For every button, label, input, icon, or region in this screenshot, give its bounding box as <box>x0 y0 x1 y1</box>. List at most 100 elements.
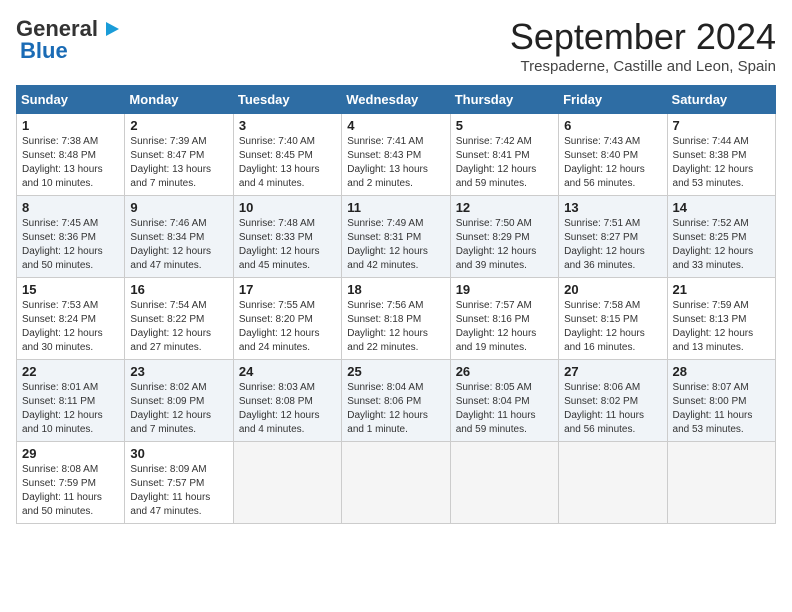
calendar-cell: 17 Sunrise: 7:55 AMSunset: 8:20 PMDayligh… <box>233 278 341 360</box>
calendar-week-row: 22 Sunrise: 8:01 AMSunset: 8:11 PMDayligh… <box>17 360 776 442</box>
day-number: 26 <box>456 364 553 379</box>
day-number: 30 <box>130 446 227 461</box>
calendar-cell: 13 Sunrise: 7:51 AMSunset: 8:27 PMDayligh… <box>559 196 667 278</box>
day-number: 11 <box>347 200 444 215</box>
calendar-cell: 2 Sunrise: 7:39 AMSunset: 8:47 PMDaylight… <box>125 114 233 196</box>
day-info: Sunrise: 7:59 AMSunset: 8:13 PMDaylight:… <box>673 299 770 355</box>
calendar-table: SundayMondayTuesdayWednesdayThursdayFrid… <box>16 85 776 524</box>
day-number: 10 <box>239 200 336 215</box>
day-info: Sunrise: 7:48 AMSunset: 8:33 PMDaylight:… <box>239 217 336 273</box>
day-number: 5 <box>456 118 553 133</box>
day-info: Sunrise: 8:02 AMSunset: 8:09 PMDaylight:… <box>130 381 227 437</box>
calendar-week-row: 8 Sunrise: 7:45 AMSunset: 8:36 PMDaylight… <box>17 196 776 278</box>
calendar-cell: 20Sunrise: 7:58 AMSunset: 8:15 PMDayligh… <box>559 278 667 360</box>
column-header-monday: Monday <box>125 86 233 114</box>
day-info: Sunrise: 7:38 AMSunset: 8:48 PMDaylight:… <box>22 135 119 191</box>
day-info: Sunrise: 7:52 AMSunset: 8:25 PMDaylight:… <box>673 217 770 273</box>
calendar-cell: 19Sunrise: 7:57 AMSunset: 8:16 PMDayligh… <box>450 278 558 360</box>
calendar-cell: 25Sunrise: 8:04 AMSunset: 8:06 PMDayligh… <box>342 360 450 442</box>
day-info: Sunrise: 7:50 AMSunset: 8:29 PMDaylight:… <box>456 217 553 273</box>
day-info: Sunrise: 7:41 AMSunset: 8:43 PMDaylight:… <box>347 135 444 191</box>
calendar-cell: 30 Sunrise: 8:09 AMSunset: 7:57 PMDayligh… <box>125 442 233 524</box>
day-number: 16 <box>130 282 227 297</box>
calendar-cell: 7Sunrise: 7:44 AMSunset: 8:38 PMDaylight… <box>667 114 775 196</box>
column-header-friday: Friday <box>559 86 667 114</box>
calendar-cell: 6Sunrise: 7:43 AMSunset: 8:40 PMDaylight… <box>559 114 667 196</box>
calendar-cell: 18 Sunrise: 7:56 AMSunset: 8:18 PMDayligh… <box>342 278 450 360</box>
calendar-cell: 14 Sunrise: 7:52 AMSunset: 8:25 PMDayligh… <box>667 196 775 278</box>
day-number: 27 <box>564 364 661 379</box>
day-number: 19 <box>456 282 553 297</box>
day-number: 15 <box>22 282 119 297</box>
day-info: Sunrise: 7:49 AMSunset: 8:31 PMDaylight:… <box>347 217 444 273</box>
day-number: 13 <box>564 200 661 215</box>
day-number: 21 <box>673 282 770 297</box>
column-header-wednesday: Wednesday <box>342 86 450 114</box>
calendar-cell: 10 Sunrise: 7:48 AMSunset: 8:33 PMDayligh… <box>233 196 341 278</box>
calendar-cell <box>559 442 667 524</box>
calendar-cell: 26 Sunrise: 8:05 AMSunset: 8:04 PMDayligh… <box>450 360 558 442</box>
day-number: 28 <box>673 364 770 379</box>
calendar-cell <box>450 442 558 524</box>
logo: General Blue <box>16 16 121 64</box>
calendar-cell: 9Sunrise: 7:46 AMSunset: 8:34 PMDaylight… <box>125 196 233 278</box>
day-number: 1 <box>22 118 119 133</box>
day-info: Sunrise: 8:08 AMSunset: 7:59 PMDaylight:… <box>22 463 119 519</box>
day-info: Sunrise: 7:44 AMSunset: 8:38 PMDaylight:… <box>673 135 770 191</box>
day-number: 20 <box>564 282 661 297</box>
calendar-cell: 29Sunrise: 8:08 AMSunset: 7:59 PMDayligh… <box>17 442 125 524</box>
logo-triangle-icon <box>101 18 121 40</box>
calendar-cell: 1 Sunrise: 7:38 AMSunset: 8:48 PMDaylight… <box>17 114 125 196</box>
calendar-cell: 3Sunrise: 7:40 AMSunset: 8:45 PMDaylight… <box>233 114 341 196</box>
day-number: 22 <box>22 364 119 379</box>
calendar-cell: 11 Sunrise: 7:49 AMSunset: 8:31 PMDayligh… <box>342 196 450 278</box>
day-info: Sunrise: 8:03 AMSunset: 8:08 PMDaylight:… <box>239 381 336 437</box>
day-number: 23 <box>130 364 227 379</box>
calendar-cell <box>667 442 775 524</box>
day-number: 25 <box>347 364 444 379</box>
calendar-cell: 16 Sunrise: 7:54 AMSunset: 8:22 PMDayligh… <box>125 278 233 360</box>
day-info: Sunrise: 8:05 AMSunset: 8:04 PMDaylight:… <box>456 381 553 437</box>
calendar-cell <box>233 442 341 524</box>
day-info: Sunrise: 7:53 AMSunset: 8:24 PMDaylight:… <box>22 299 119 355</box>
calendar-cell: 27Sunrise: 8:06 AMSunset: 8:02 PMDayligh… <box>559 360 667 442</box>
day-number: 8 <box>22 200 119 215</box>
column-header-thursday: Thursday <box>450 86 558 114</box>
calendar-cell: 15 Sunrise: 7:53 AMSunset: 8:24 PMDayligh… <box>17 278 125 360</box>
day-number: 12 <box>456 200 553 215</box>
calendar-cell: 24 Sunrise: 8:03 AMSunset: 8:08 PMDayligh… <box>233 360 341 442</box>
day-info: Sunrise: 7:39 AMSunset: 8:47 PMDaylight:… <box>130 135 227 191</box>
day-info: Sunrise: 8:01 AMSunset: 8:11 PMDaylight:… <box>22 381 119 437</box>
calendar-week-row: 1 Sunrise: 7:38 AMSunset: 8:48 PMDaylight… <box>17 114 776 196</box>
day-number: 17 <box>239 282 336 297</box>
column-header-saturday: Saturday <box>667 86 775 114</box>
column-header-sunday: Sunday <box>17 86 125 114</box>
day-info: Sunrise: 7:42 AMSunset: 8:41 PMDaylight:… <box>456 135 553 191</box>
day-number: 2 <box>130 118 227 133</box>
day-info: Sunrise: 7:45 AMSunset: 8:36 PMDaylight:… <box>22 217 119 273</box>
calendar-week-row: 29Sunrise: 8:08 AMSunset: 7:59 PMDayligh… <box>17 442 776 524</box>
calendar-cell: 21 Sunrise: 7:59 AMSunset: 8:13 PMDayligh… <box>667 278 775 360</box>
calendar-cell: 5 Sunrise: 7:42 AMSunset: 8:41 PMDaylight… <box>450 114 558 196</box>
calendar-cell: 4Sunrise: 7:41 AMSunset: 8:43 PMDaylight… <box>342 114 450 196</box>
day-number: 14 <box>673 200 770 215</box>
day-info: Sunrise: 8:09 AMSunset: 7:57 PMDaylight:… <box>130 463 227 519</box>
day-info: Sunrise: 7:51 AMSunset: 8:27 PMDaylight:… <box>564 217 661 273</box>
page-header: General Blue September 2024 Trespaderne,… <box>16 16 776 75</box>
day-number: 24 <box>239 364 336 379</box>
day-number: 3 <box>239 118 336 133</box>
day-number: 6 <box>564 118 661 133</box>
day-info: Sunrise: 7:54 AMSunset: 8:22 PMDaylight:… <box>130 299 227 355</box>
calendar-cell: 12 Sunrise: 7:50 AMSunset: 8:29 PMDayligh… <box>450 196 558 278</box>
day-info: Sunrise: 7:55 AMSunset: 8:20 PMDaylight:… <box>239 299 336 355</box>
day-info: Sunrise: 7:56 AMSunset: 8:18 PMDaylight:… <box>347 299 444 355</box>
day-info: Sunrise: 8:07 AMSunset: 8:00 PMDaylight:… <box>673 381 770 437</box>
calendar-cell: 22 Sunrise: 8:01 AMSunset: 8:11 PMDayligh… <box>17 360 125 442</box>
calendar-cell: 28 Sunrise: 8:07 AMSunset: 8:00 PMDayligh… <box>667 360 775 442</box>
day-number: 18 <box>347 282 444 297</box>
month-title: September 2024 <box>510 16 776 58</box>
location: Trespaderne, Castille and Leon, Spain <box>510 58 776 75</box>
day-number: 9 <box>130 200 227 215</box>
logo-text-blue: Blue <box>20 38 68 64</box>
calendar-cell: 8 Sunrise: 7:45 AMSunset: 8:36 PMDaylight… <box>17 196 125 278</box>
